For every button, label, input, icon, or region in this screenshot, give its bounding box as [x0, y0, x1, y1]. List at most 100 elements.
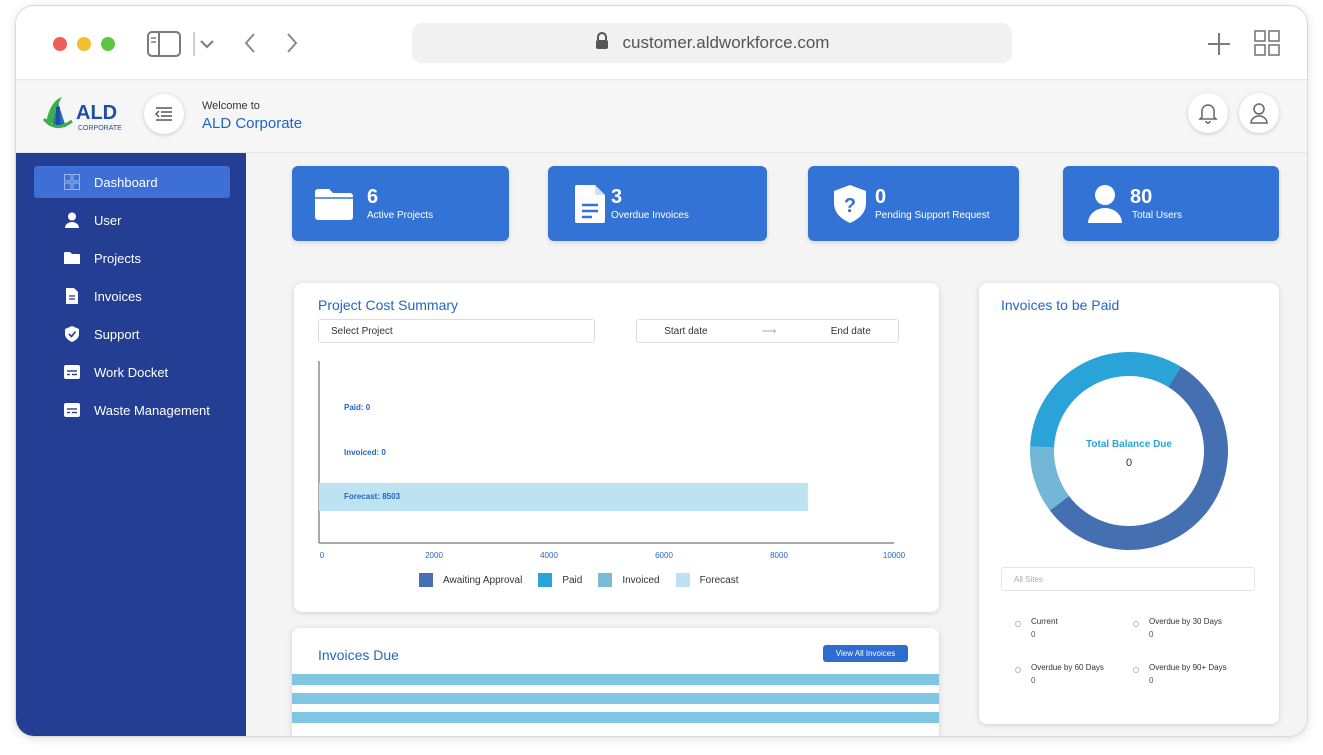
back-icon[interactable]: [242, 31, 258, 60]
ald-logo[interactable]: ALD CORPORATE: [42, 93, 132, 133]
status-value: 0: [1031, 630, 1036, 639]
status-label: Overdue by 90+ Days: [1149, 663, 1227, 672]
x-tick-label: 4000: [540, 551, 558, 560]
bar-label-paid: Paid: 0: [344, 403, 371, 412]
stat-label: Total Users: [1132, 210, 1183, 221]
menu-toggle-button[interactable]: [144, 94, 184, 134]
select-project-value: Select Project: [331, 325, 393, 337]
bell-icon: [1198, 104, 1218, 124]
x-tick-label: 10000: [882, 551, 906, 560]
sidebar-item-label: Waste Management: [94, 402, 210, 418]
chart-legend: Awaiting Approval Paid Invoiced Forecast: [419, 573, 738, 587]
legend-label: Paid: [562, 574, 583, 586]
sidebar-item-invoices[interactable]: Invoices: [34, 280, 230, 312]
legend-item-invoiced: Invoiced: [598, 573, 660, 587]
end-date-field[interactable]: End date: [831, 326, 871, 337]
status-overdue-30[interactable]: Overdue by 30 Days 0: [1133, 617, 1222, 639]
stat-card-total-users[interactable]: 80 Total Users: [1063, 166, 1279, 241]
panel-title: Invoices to be Paid: [1001, 297, 1120, 313]
address-bar[interactable]: customer.aldworkforce.com: [412, 23, 1012, 63]
status-label: Current: [1031, 617, 1058, 626]
invoices-due-panel: Invoices Due View All Invoices: [292, 628, 939, 736]
minimize-window-button[interactable]: [77, 37, 91, 51]
forward-icon[interactable]: [284, 31, 300, 60]
bar-label-forecast: Forecast: 8503: [344, 492, 401, 501]
company-name: ALD Corporate: [202, 115, 303, 132]
close-window-button[interactable]: [53, 37, 67, 51]
sidebar-item-label: Dashboard: [94, 174, 158, 190]
stat-value: 3: [611, 186, 623, 208]
user-icon: [1085, 184, 1125, 224]
status-overdue-90[interactable]: Overdue by 90+ Days 0: [1133, 663, 1227, 685]
sidebar-item-user[interactable]: User: [34, 204, 230, 236]
site-filter-input[interactable]: All Sites: [1001, 567, 1255, 591]
donut-segment[interactable]: [1030, 352, 1181, 448]
notifications-button[interactable]: [1188, 93, 1228, 133]
maximize-window-button[interactable]: [101, 37, 115, 51]
svg-text:ALD: ALD: [76, 102, 117, 124]
legend-item-paid: Paid: [538, 573, 582, 587]
svg-text:CORPORATE: CORPORATE: [78, 125, 122, 132]
status-label: Overdue by 60 Days: [1031, 663, 1104, 672]
status-value: 0: [1149, 676, 1154, 685]
table-row[interactable]: [292, 674, 939, 685]
sidebar-item-waste-management[interactable]: Waste Management: [34, 394, 230, 426]
project-cost-summary-panel: Project Cost Summary Select Project Star…: [294, 283, 939, 612]
panel-title: Invoices Due: [318, 647, 399, 663]
site-filter-value: All Sites: [1014, 574, 1043, 584]
stat-card-overdue-invoices[interactable]: 3 Overdue Invoices: [548, 166, 767, 241]
document-icon: [570, 184, 610, 224]
legend-label: Invoiced: [622, 574, 660, 586]
user-icon: [1250, 103, 1268, 124]
sidebar-item-work-docket[interactable]: Work Docket: [34, 356, 230, 388]
status-current[interactable]: Current 0: [1015, 617, 1058, 639]
profile-button[interactable]: [1239, 93, 1279, 133]
folder-icon: [314, 184, 354, 224]
date-range-picker[interactable]: Start date ⟶ End date: [636, 319, 899, 343]
chevron-down-icon[interactable]: [192, 30, 218, 63]
arrow-right-icon: ⟶: [761, 325, 777, 337]
sidebar-item-label: Projects: [94, 250, 141, 266]
document-icon: [64, 288, 80, 304]
docket-icon: [64, 364, 80, 380]
legend-item-awaiting-approval: Awaiting Approval: [419, 573, 522, 587]
select-project-dropdown[interactable]: Select Project: [318, 319, 595, 343]
status-overdue-60[interactable]: Overdue by 60 Days 0: [1015, 663, 1104, 685]
docket-icon: [64, 402, 80, 418]
browser-toolbar: customer.aldworkforce.com: [16, 6, 1307, 80]
folder-icon: [64, 250, 80, 266]
question-shield-icon: ?: [830, 184, 870, 224]
x-tick-label: 0: [319, 551, 325, 560]
table-row[interactable]: [292, 693, 939, 704]
stat-label: Active Projects: [367, 210, 434, 221]
svg-text:?: ?: [844, 195, 856, 217]
new-tab-icon[interactable]: [1206, 31, 1232, 62]
sidebar-item-projects[interactable]: Projects: [34, 242, 230, 274]
url-text: customer.aldworkforce.com: [622, 33, 830, 52]
app-header: ALD CORPORATE Welcome to ALD Corporate: [16, 81, 1307, 153]
legend-label: Awaiting Approval: [443, 574, 523, 586]
status-value: 0: [1149, 630, 1154, 639]
sidebar-item-dashboard[interactable]: Dashboard: [34, 166, 230, 198]
lock-icon: [595, 31, 609, 55]
stat-label: Pending Support Request: [875, 210, 990, 221]
status-label: Overdue by 30 Days: [1149, 617, 1222, 626]
sidebar-item-label: Support: [94, 326, 140, 342]
view-all-invoices-button[interactable]: View All Invoices: [823, 645, 908, 662]
browser-window: customer.aldworkforce.com ALD CORPORATE …: [16, 6, 1307, 736]
tab-overview-icon[interactable]: [1254, 30, 1280, 61]
x-tick-label: 2000: [425, 551, 443, 560]
start-date-field[interactable]: Start date: [664, 326, 707, 337]
stat-label: Overdue Invoices: [611, 210, 689, 221]
stat-card-pending-support[interactable]: ? 0 Pending Support Request: [808, 166, 1019, 241]
panel-title: Project Cost Summary: [318, 297, 459, 313]
stat-value: 6: [367, 186, 379, 208]
sidebar-item-support[interactable]: Support: [34, 318, 230, 350]
view-all-label: View All Invoices: [835, 649, 896, 658]
table-row[interactable]: [292, 712, 939, 723]
stat-value: 0: [875, 186, 887, 208]
stat-card-active-projects[interactable]: 6 Active Projects: [292, 166, 509, 241]
menu-icon: [155, 107, 172, 121]
sidebar-toggle-icon[interactable]: [147, 31, 181, 62]
status-value: 0: [1031, 676, 1036, 685]
